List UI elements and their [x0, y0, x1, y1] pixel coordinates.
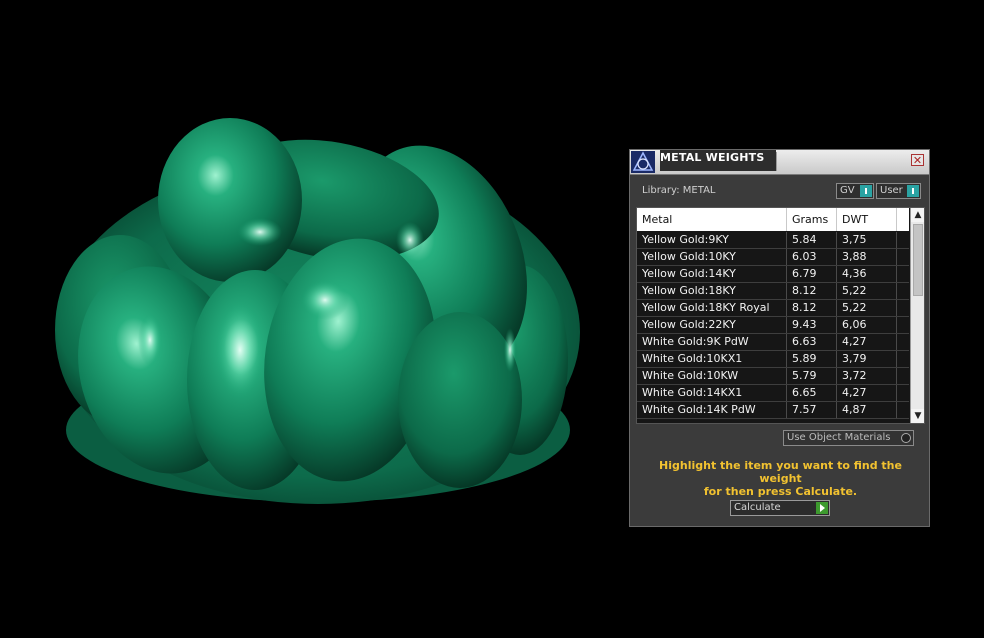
cell-dwt: 5,22 [837, 300, 897, 316]
cell-metal: Yellow Gold:10KY [637, 249, 787, 265]
table-row[interactable]: Yellow Gold:18KY Royal 8.12 5,22 [637, 300, 909, 317]
cell-spacer [897, 232, 909, 248]
column-header-dwt[interactable]: DWT [837, 208, 897, 231]
table-header: Metal Grams DWT [637, 208, 909, 231]
cell-grams: 5.84 [787, 232, 837, 248]
table-row[interactable]: Yellow Gold:14KY 6.79 4,36 [637, 266, 909, 283]
cell-grams: 8.12 [787, 300, 837, 316]
library-label: Library: METAL [642, 185, 716, 196]
scroll-thumb[interactable] [913, 224, 923, 296]
scroll-up-icon[interactable]: ▲ [911, 208, 924, 222]
cell-dwt: 3,75 [837, 232, 897, 248]
table-row[interactable]: White Gold:10KW 5.79 3,72 [637, 368, 909, 385]
titlebar-grip[interactable] [776, 152, 909, 171]
cell-grams: 9.43 [787, 317, 837, 333]
cell-dwt: 5,22 [837, 283, 897, 299]
cell-metal: White Gold:9K PdW [637, 334, 787, 350]
calculate-button[interactable]: Calculate [730, 500, 830, 516]
scroll-down-icon[interactable]: ▼ [911, 409, 924, 423]
column-header-metal[interactable]: Metal [637, 208, 787, 231]
metal-table[interactable]: Metal Grams DWT Yellow Gold:9KY 5.84 3,75 Y… [636, 207, 925, 424]
cell-metal: Yellow Gold:18KY Royal [637, 300, 787, 316]
cell-spacer [897, 317, 909, 333]
cell-dwt: 3,72 [837, 368, 897, 384]
metal-weights-panel: METAL WEIGHTS ✕ Library: METAL GV User M… [629, 149, 930, 527]
table-row[interactable]: White Gold:9K PdW 6.63 4,27 [637, 334, 909, 351]
panel-titlebar[interactable]: METAL WEIGHTS ✕ [630, 150, 929, 175]
cell-grams: 6.63 [787, 334, 837, 350]
use-object-materials-option[interactable]: Use Object Materials [783, 430, 914, 446]
cell-spacer [897, 266, 909, 282]
cell-metal: White Gold:10KX1 [637, 351, 787, 367]
table-row[interactable]: Yellow Gold:9KY 5.84 3,75 [637, 232, 909, 249]
table-row[interactable]: Yellow Gold:22KY 9.43 6,06 [637, 317, 909, 334]
panel-title: METAL WEIGHTS [660, 150, 776, 171]
close-icon[interactable]: ✕ [911, 154, 924, 166]
cell-spacer [897, 334, 909, 350]
cell-dwt: 4,27 [837, 385, 897, 401]
table-row[interactable]: White Gold:14KX1 6.65 4,27 [637, 385, 909, 402]
cell-dwt: 6,06 [837, 317, 897, 333]
cell-metal: Yellow Gold:22KY [637, 317, 787, 333]
table-row[interactable]: Yellow Gold:10KY 6.03 3,88 [637, 249, 909, 266]
table-scrollbar[interactable]: ▲ ▼ [910, 208, 924, 423]
toggle-icon [907, 185, 919, 197]
cell-metal: White Gold:10KW [637, 368, 787, 384]
instructions-line-1: Highlight the item you want to find the … [659, 459, 902, 485]
cell-metal: White Gold:14KX1 [637, 385, 787, 401]
cell-spacer [897, 283, 909, 299]
toggle-icon [860, 185, 872, 197]
table-row[interactable]: White Gold:14K PdW 7.57 4,87 [637, 402, 909, 419]
cell-dwt: 4,27 [837, 334, 897, 350]
cell-spacer [897, 368, 909, 384]
cell-metal: Yellow Gold:9KY [637, 232, 787, 248]
table-body: Yellow Gold:9KY 5.84 3,75 Yellow Gold:10KY 6… [637, 232, 909, 419]
cell-grams: 6.79 [787, 266, 837, 282]
radio-icon[interactable] [901, 433, 911, 443]
column-header-grams[interactable]: Grams [787, 208, 837, 231]
instructions-line-2: for then press Calculate. [703, 485, 858, 498]
cell-dwt: 3,88 [837, 249, 897, 265]
user-toggle-label: User [880, 185, 903, 196]
cell-grams: 5.89 [787, 351, 837, 367]
cell-spacer [897, 385, 909, 401]
cell-spacer [897, 402, 909, 418]
cell-dwt: 4,87 [837, 402, 897, 418]
play-arrow-icon [816, 502, 828, 514]
cell-dwt: 3,79 [837, 351, 897, 367]
user-toggle[interactable]: User [876, 183, 921, 199]
cell-metal: Yellow Gold:18KY [637, 283, 787, 299]
cell-grams: 5.79 [787, 368, 837, 384]
cell-metal: White Gold:14K PdW [637, 402, 787, 418]
table-row[interactable]: White Gold:10KX1 5.89 3,79 [637, 351, 909, 368]
cell-spacer [897, 300, 909, 316]
cell-dwt: 4,36 [837, 266, 897, 282]
instructions-text: Highlight the item you want to find the … [636, 459, 925, 498]
cell-spacer [897, 351, 909, 367]
cell-spacer [897, 249, 909, 265]
table-row[interactable]: Yellow Gold:18KY 8.12 5,22 [637, 283, 909, 300]
app-logo-icon [631, 151, 655, 173]
use-object-materials-label: Use Object Materials [787, 432, 891, 443]
gv-toggle-label: GV [840, 185, 855, 196]
cell-grams: 6.65 [787, 385, 837, 401]
cell-grams: 7.57 [787, 402, 837, 418]
calculate-label: Calculate [734, 502, 781, 513]
cell-grams: 8.12 [787, 283, 837, 299]
gv-toggle[interactable]: GV [836, 183, 874, 199]
cell-metal: Yellow Gold:14KY [637, 266, 787, 282]
cell-grams: 6.03 [787, 249, 837, 265]
